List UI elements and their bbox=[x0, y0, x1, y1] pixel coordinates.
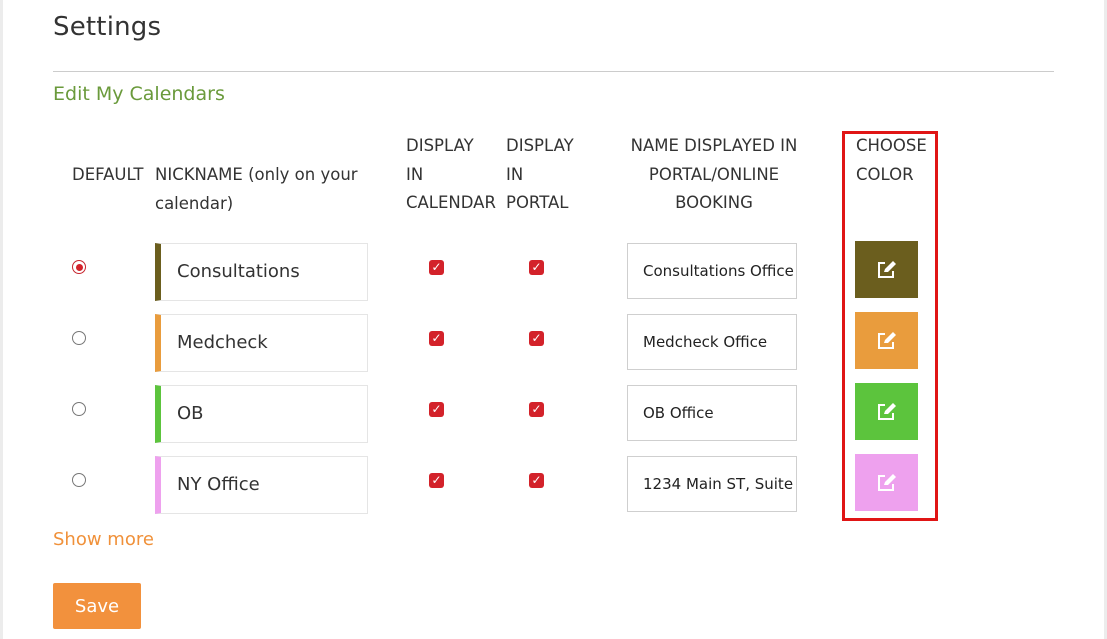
calendar-row: Consultations ✓ ✓ Consultations Office bbox=[0, 241, 1107, 301]
display-in-calendar-checkbox[interactable]: ✓ bbox=[429, 331, 444, 346]
nickname-input[interactable]: OB bbox=[155, 385, 368, 443]
title-divider bbox=[53, 71, 1054, 72]
nickname-input[interactable]: NY Office bbox=[155, 456, 368, 514]
show-more-link[interactable]: Show more bbox=[53, 529, 154, 550]
default-radio[interactable] bbox=[72, 331, 86, 345]
nickname-value: NY Office bbox=[177, 474, 260, 495]
column-header-portal-name: NAME DISPLAYED IN PORTAL/ONLINE BOOKING bbox=[630, 136, 798, 212]
nickname-value: Consultations bbox=[177, 261, 300, 282]
portal-name-input[interactable]: 1234 Main ST, Suite bbox=[627, 456, 797, 512]
display-in-portal-checkbox[interactable]: ✓ bbox=[529, 260, 544, 275]
display-in-portal-checkbox[interactable]: ✓ bbox=[529, 473, 544, 488]
nickname-value: Medcheck bbox=[177, 332, 268, 353]
portal-name-input[interactable]: Medcheck Office bbox=[627, 314, 797, 370]
nickname-input[interactable]: Consultations bbox=[155, 243, 368, 301]
column-header-display-in-calendar: DISPLAY IN CALENDAR bbox=[406, 136, 496, 212]
page-title: Settings bbox=[53, 12, 162, 42]
default-radio[interactable] bbox=[72, 473, 86, 487]
choose-color-highlight bbox=[842, 131, 938, 521]
display-in-calendar-checkbox[interactable]: ✓ bbox=[429, 473, 444, 488]
display-in-calendar-checkbox[interactable]: ✓ bbox=[429, 402, 444, 417]
nickname-input[interactable]: Medcheck bbox=[155, 314, 368, 372]
portal-name-input[interactable]: Consultations Office bbox=[627, 243, 797, 299]
save-button[interactable]: Save bbox=[53, 583, 141, 629]
nickname-value: OB bbox=[177, 403, 204, 424]
display-in-calendar-checkbox[interactable]: ✓ bbox=[429, 260, 444, 275]
display-in-portal-checkbox[interactable]: ✓ bbox=[529, 331, 544, 346]
calendar-row: OB ✓ ✓ OB Office bbox=[0, 383, 1107, 443]
column-header-display-in-portal: DISPLAY IN PORTAL bbox=[506, 136, 574, 212]
calendar-row: NY Office ✓ ✓ 1234 Main ST, Suite bbox=[0, 454, 1107, 514]
column-header-default: DEFAULT bbox=[72, 165, 144, 184]
default-radio[interactable] bbox=[72, 402, 86, 416]
section-title: Edit My Calendars bbox=[53, 83, 225, 105]
display-in-portal-checkbox[interactable]: ✓ bbox=[529, 402, 544, 417]
default-radio[interactable] bbox=[72, 260, 86, 274]
calendar-row: Medcheck ✓ ✓ Medcheck Office bbox=[0, 312, 1107, 372]
column-header-nickname: NICKNAME (only on your calendar) bbox=[155, 165, 358, 213]
portal-name-input[interactable]: OB Office bbox=[627, 385, 797, 441]
